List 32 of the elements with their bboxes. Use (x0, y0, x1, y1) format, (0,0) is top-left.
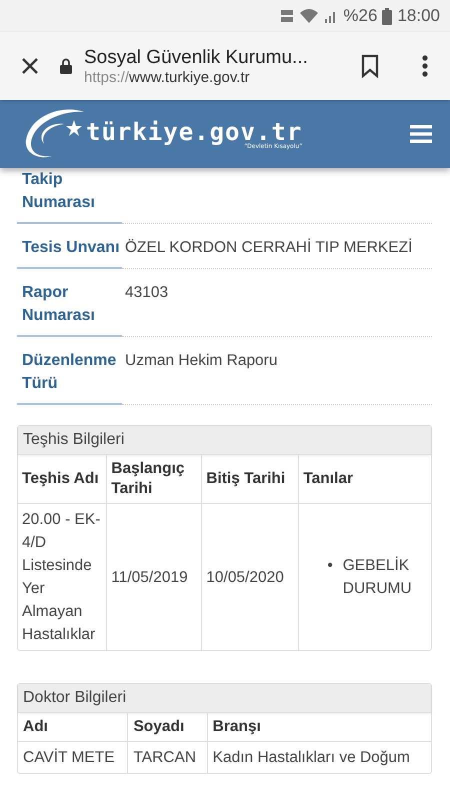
column-header: Bitiş Tarihi (202, 454, 299, 504)
field-label: Rapor Numarası (21, 283, 96, 326)
field-value: ÖZEL KORDON CERRAHİ TIP MERKEZİ (125, 239, 412, 256)
column-header: Teşhis Adı (18, 454, 107, 504)
bookmark-icon[interactable] (361, 54, 379, 78)
table-cell: 20.00 - EK-4/D Listesinde Yer Almayan Hastalıklar (18, 504, 107, 650)
table-cell: CAVİT METE (18, 742, 128, 773)
field-label: Tesis Unvanı (21, 238, 121, 258)
column-header: Branşı (207, 712, 431, 742)
field-value: Uzman Hekim Raporu (125, 352, 278, 369)
more-options-icon[interactable] (422, 55, 428, 77)
diagnosis-item: GEBELİK DURUMU (342, 556, 413, 599)
column-header: Tanılar (298, 454, 431, 504)
close-icon[interactable] (21, 57, 39, 75)
battery-icon (382, 8, 392, 24)
column-header: Adı (18, 712, 128, 742)
field-value: 43103 (125, 284, 168, 301)
panel-title: Teşhis Bilgileri (18, 426, 431, 454)
bullet-mark: • (327, 556, 333, 576)
column-header: Soyadı (128, 712, 208, 742)
field-label: Düzenlenme Türü (21, 351, 118, 394)
table-cell: Kadın Hastalıkları ve Doğum (207, 742, 431, 773)
column-header: Başlangıç Tarihi (106, 454, 202, 504)
lock-icon (60, 58, 72, 74)
page-title: Sosyal Güvenlik Kurumu... (84, 46, 309, 68)
battery-percent: %26 (343, 6, 378, 26)
field-label: Takip Numarası (21, 170, 96, 213)
wifi-icon (299, 8, 320, 24)
panel-title: Doktor Bilgileri (18, 684, 431, 712)
page-url: https://www.turkiye.gov.tr (84, 68, 251, 86)
clock: 18:00 (397, 6, 440, 26)
menu-icon[interactable] (410, 125, 432, 143)
